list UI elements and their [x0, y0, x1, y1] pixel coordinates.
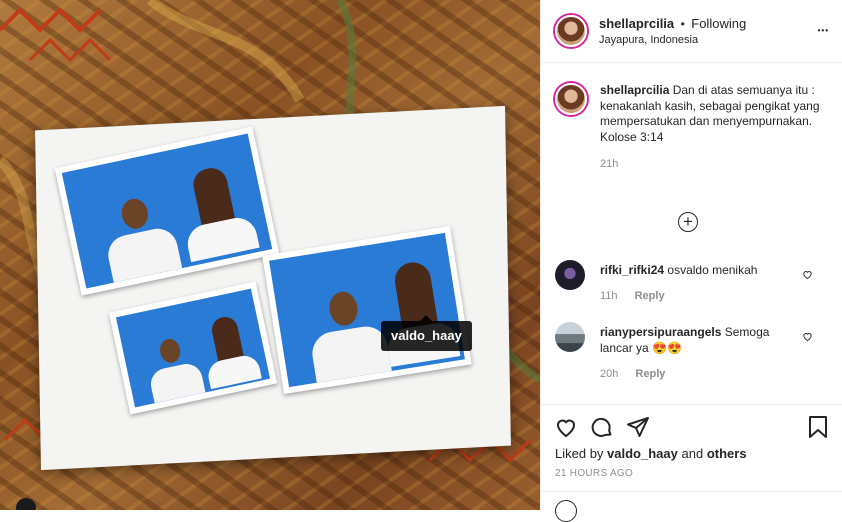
comment-time: 11h: [600, 290, 618, 302]
avatar[interactable]: [555, 15, 587, 47]
likes-user[interactable]: valdo_haay: [607, 446, 678, 461]
follow-separator: •: [680, 17, 685, 31]
heart-icon[interactable]: [802, 331, 813, 342]
caption: shellaprcilia Dan di atas semuanya itu :…: [600, 83, 822, 173]
user-tag[interactable]: valdo_haay: [381, 315, 472, 351]
post-photo[interactable]: valdo_haay: [0, 0, 540, 510]
caption-username[interactable]: shellaprcilia: [600, 83, 669, 97]
comment-time: 20h: [600, 368, 619, 380]
comment-meta: 11h Reply: [600, 290, 665, 302]
like-heart-icon[interactable]: [554, 415, 578, 439]
likes-summary: Liked by valdo_haay and others: [555, 446, 747, 461]
following-button[interactable]: Following: [691, 16, 746, 31]
add-comment-bar[interactable]: [541, 491, 842, 522]
comment-username[interactable]: rifki_rifki24: [600, 263, 664, 277]
share-icon[interactable]: [626, 415, 650, 439]
passport-photo-3: [262, 226, 472, 394]
more-options-icon[interactable]: •••: [818, 26, 829, 35]
location-link[interactable]: Jayapura, Indonesia: [599, 34, 698, 46]
comment-1: rifki_rifki24 osvaldo menikah: [600, 262, 800, 278]
post-timestamp: 21 HOURS AGO: [555, 468, 634, 479]
caption-time: 21h: [600, 158, 619, 170]
comment-username[interactable]: rianypersipuraangels: [600, 325, 721, 339]
comment-meta: 20h Reply: [600, 368, 665, 380]
likes-connector: and: [681, 446, 704, 461]
post-actions: Liked by valdo_haay and others 21 HOURS …: [541, 404, 842, 522]
comment-text: osvaldo menikah: [667, 263, 758, 277]
comment-avatar[interactable]: [555, 260, 585, 290]
save-icon[interactable]: [807, 415, 829, 439]
comment-emoji: 😍😍: [652, 341, 682, 355]
emoji-icon[interactable]: [555, 500, 577, 522]
post-header: shellaprcilia • Following Jayapura, Indo…: [541, 0, 842, 63]
header-username[interactable]: shellaprcilia: [599, 16, 674, 31]
likes-prefix: Liked by: [555, 446, 604, 461]
load-more-comments-icon[interactable]: +: [678, 212, 698, 232]
caption-avatar[interactable]: [555, 83, 587, 115]
caption-verse: Kolose 3:14: [600, 129, 664, 144]
post-sidebar: shellaprcilia • Following Jayapura, Indo…: [540, 0, 842, 522]
likes-others[interactable]: others: [707, 446, 747, 461]
comment-icon[interactable]: [590, 415, 614, 439]
heart-icon[interactable]: [802, 269, 813, 280]
comment-2: rianypersipuraangels Semoga lancar ya 😍😍: [600, 324, 800, 356]
comment-avatar[interactable]: [555, 322, 585, 352]
reply-button[interactable]: Reply: [635, 368, 665, 380]
reply-button[interactable]: Reply: [635, 290, 665, 302]
